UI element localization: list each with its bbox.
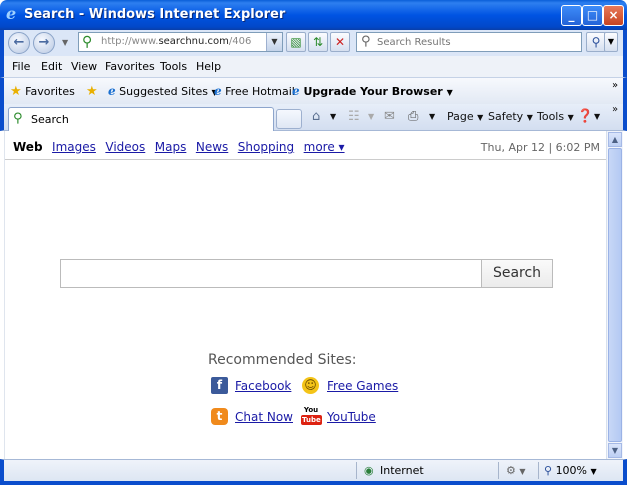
nav-more[interactable]: more ▾ [304, 140, 345, 154]
page-content: Web Images Videos Maps News Shopping mor… [4, 131, 607, 459]
add-favorite-star-icon: ★ [86, 84, 98, 99]
home-dropdown[interactable]: ▼ [330, 112, 336, 121]
minimize-button[interactable]: _ [561, 5, 582, 26]
youtube-link[interactable]: YouTube [327, 410, 376, 424]
close-button[interactable]: × [603, 5, 624, 26]
security-zone: Internet [380, 464, 424, 477]
menu-tools[interactable]: Tools [160, 60, 187, 73]
main-search-input[interactable] [60, 259, 482, 288]
chat-now-link[interactable]: Chat Now [235, 410, 293, 424]
title-bar[interactable]: e Search - Windows Internet Explorer _ □… [0, 0, 627, 30]
print-dropdown[interactable]: ▼ [429, 112, 435, 121]
scroll-down-arrow[interactable]: ▼ [608, 443, 622, 458]
divider [5, 159, 607, 160]
nav-shopping[interactable]: Shopping [238, 140, 294, 154]
internet-zone-icon: ◉ [364, 464, 374, 477]
add-to-favorites-button[interactable]: ★ [86, 84, 98, 99]
search-tab-icon: ⚲ [13, 111, 23, 126]
facebook-icon[interactable]: f [211, 377, 228, 394]
print-icon[interactable]: ⎙ [408, 109, 418, 124]
tab-bar: ⚲ Search ⌂ ▼ ☷ ▼ ✉ ⎙ ▼ Page ▼ Safety ▼ T… [0, 104, 627, 131]
nav-maps[interactable]: Maps [155, 140, 187, 154]
status-divider [498, 462, 499, 479]
smiley-icon[interactable]: ☺ [302, 377, 319, 394]
tools-menu-button[interactable]: Tools ▼ [537, 110, 574, 123]
home-icon[interactable]: ⌂ [312, 109, 320, 124]
facebook-link[interactable]: Facebook [235, 379, 291, 393]
search-provider-icon: ⚲ [361, 34, 371, 49]
menu-file[interactable]: File [12, 60, 30, 73]
address-bar[interactable]: ⚲ http://www.searchnu.com/406 ▼ [78, 32, 283, 52]
mail-icon[interactable]: ✉ [384, 109, 395, 124]
ie-logo-icon: e [6, 4, 17, 23]
search-button[interactable]: Search [481, 259, 553, 288]
zoom-level[interactable]: ⚲ 100% ▼ [544, 464, 597, 477]
tab-search[interactable]: ⚲ Search [8, 107, 274, 131]
search-go-button[interactable]: ⚲ [586, 32, 606, 52]
chevron-more-icon[interactable]: » [612, 104, 618, 115]
chevron-more-icon[interactable]: » [612, 80, 618, 91]
nav-videos[interactable]: Videos [105, 140, 145, 154]
nav-web[interactable]: Web [13, 140, 43, 154]
recent-pages-dropdown[interactable]: ▼ [62, 38, 68, 47]
status-divider [538, 462, 539, 479]
menu-bar: File Edit View Favorites Tools Help [0, 56, 627, 78]
address-url[interactable]: http://www.searchnu.com/406 [101, 36, 251, 47]
scroll-thumb[interactable] [608, 148, 622, 442]
nav-news[interactable]: News [196, 140, 228, 154]
vertical-scrollbar[interactable]: ▲ ▼ [606, 131, 623, 459]
chat-icon[interactable]: t [211, 408, 228, 425]
help-icon[interactable]: ❓ [577, 109, 593, 124]
address-toolbar: ← → ▼ ⚲ http://www.searchnu.com/406 ▼ ▧ … [0, 30, 627, 56]
feeds-icon[interactable]: ☷ [348, 109, 360, 124]
ie-page-icon: e [292, 84, 300, 98]
status-divider [356, 462, 357, 479]
youtube-icon[interactable]: You Tube [301, 405, 322, 427]
protected-mode-icon[interactable]: ⚙ ▼ [506, 464, 526, 477]
address-dropdown-button[interactable]: ▼ [266, 33, 282, 51]
stop-button[interactable]: ✕ [330, 32, 350, 52]
status-bar: ◉ Internet ⚙ ▼ ⚲ 100% ▼ [0, 459, 627, 485]
menu-favorites[interactable]: Favorites [105, 60, 155, 73]
scroll-up-arrow[interactable]: ▲ [608, 132, 622, 147]
search-options-dropdown[interactable]: ▼ [604, 32, 618, 52]
maximize-button[interactable]: □ [582, 5, 603, 26]
page-menu-button[interactable]: Page ▼ [447, 110, 483, 123]
back-button[interactable]: ← [8, 32, 30, 54]
favorites-bar: ★ Favorites ★ e Suggested Sites ▼ e Free… [0, 78, 627, 104]
nav-images[interactable]: Images [52, 140, 96, 154]
suggested-sites-link[interactable]: e Suggested Sites ▼ [108, 84, 218, 98]
free-games-link[interactable]: Free Games [327, 379, 398, 393]
ie-page-icon: e [214, 84, 222, 98]
search-page-icon: ⚲ [82, 34, 93, 50]
ie-page-icon: e [108, 84, 116, 98]
feeds-dropdown[interactable]: ▼ [368, 112, 374, 121]
menu-edit[interactable]: Edit [41, 60, 62, 73]
star-icon: ★ [10, 84, 22, 99]
search-vertical-nav: Web Images Videos Maps News Shopping mor… [13, 140, 351, 154]
new-tab-button[interactable] [276, 109, 302, 129]
date-time: Thu, Apr 12 | 6:02 PM [480, 141, 600, 154]
refresh-button[interactable]: ⇅ [308, 32, 328, 52]
favorites-button[interactable]: ★ Favorites [10, 84, 75, 99]
free-hotmail-link[interactable]: e Free Hotmail [214, 84, 295, 98]
upgrade-browser-link[interactable]: e Upgrade Your Browser ▼ [292, 84, 453, 98]
recommended-sites-title: Recommended Sites: [208, 352, 357, 368]
forward-button[interactable]: → [33, 32, 55, 54]
safety-menu-button[interactable]: Safety ▼ [488, 110, 533, 123]
search-box[interactable]: ⚲ [356, 32, 582, 52]
window-title: Search - Windows Internet Explorer [24, 7, 286, 22]
tab-label: Search [31, 113, 69, 126]
search-results-input[interactable] [377, 35, 577, 49]
help-dropdown[interactable]: ▼ [594, 112, 600, 121]
compatibility-view-button[interactable]: ▧ [286, 32, 306, 52]
menu-help[interactable]: Help [196, 60, 221, 73]
menu-view[interactable]: View [71, 60, 97, 73]
